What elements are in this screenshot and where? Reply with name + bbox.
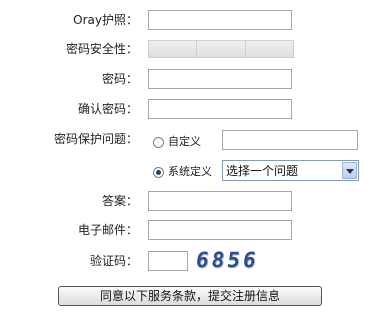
strength-segment-strong [245, 41, 293, 57]
agree-submit-button[interactable]: 同意以下服务条款，提交注册信息 [58, 286, 322, 306]
system-question-radio-label: 系统定义 [168, 165, 212, 178]
oray-id-label: Oray护照： [73, 13, 138, 27]
captcha-input[interactable] [148, 251, 188, 271]
question-select-value: 选择一个问题 [226, 164, 299, 178]
password-strength-label: 密码安全性： [65, 42, 138, 56]
answer-input[interactable] [148, 191, 292, 211]
strength-segment-weak [149, 41, 198, 57]
email-label: 电子邮件： [77, 223, 138, 237]
question-select[interactable]: 选择一个问题 [222, 160, 359, 181]
captcha-image[interactable]: 6856 [194, 248, 276, 274]
custom-question-radio[interactable] [153, 136, 164, 148]
oray-id-input[interactable] [148, 10, 292, 30]
chevron-down-icon[interactable] [342, 162, 357, 179]
custom-question-input[interactable] [222, 130, 358, 150]
system-question-radio[interactable] [153, 166, 164, 178]
password-strength-meter [148, 40, 294, 58]
answer-label: 答案： [101, 194, 138, 208]
email-input[interactable] [148, 220, 292, 240]
security-question-label: 密码保护问题： [53, 132, 138, 146]
captcha-label: 验证码： [89, 254, 138, 268]
custom-question-option[interactable]: 自定义 [153, 131, 201, 153]
custom-question-radio-label: 自定义 [168, 135, 201, 148]
confirm-password-label: 确认密码： [77, 102, 138, 116]
strength-segment-medium [197, 41, 246, 57]
system-question-option[interactable]: 系统定义 [153, 161, 212, 183]
captcha-code: 6856 [194, 248, 261, 272]
confirm-password-input[interactable] [148, 99, 292, 119]
password-label: 密码： [101, 72, 138, 86]
password-input[interactable] [148, 69, 292, 89]
